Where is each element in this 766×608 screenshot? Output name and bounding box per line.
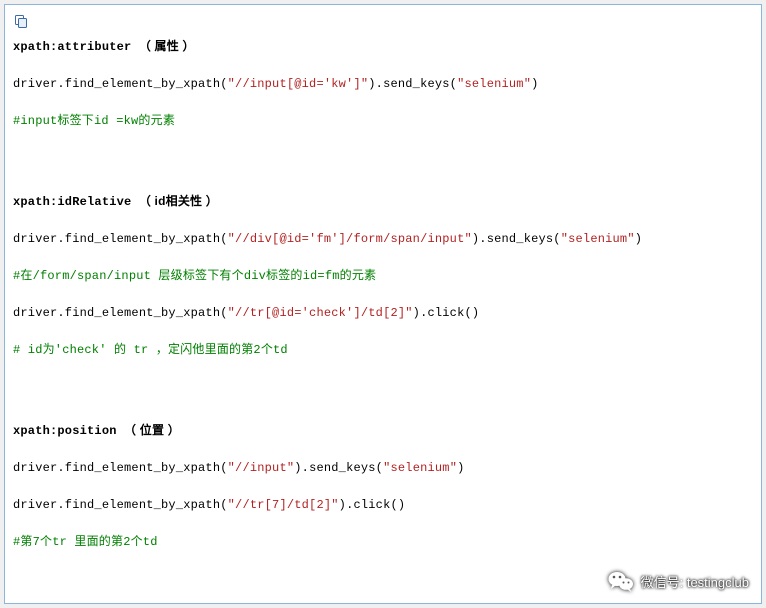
wechat-icon xyxy=(607,567,635,595)
copy-icon[interactable] xyxy=(13,13,753,29)
section-header-position: xpath:position （ 位置 ） xyxy=(13,419,753,443)
header-paren: （ 属性 ） xyxy=(139,39,195,53)
code-line: driver.find_element_by_xpath("//input[@i… xyxy=(13,73,753,96)
code-line: driver.find_element_by_xpath("//input").… xyxy=(13,457,753,480)
spacer xyxy=(13,146,753,190)
watermark-text: 微信号: testingclub xyxy=(641,572,749,591)
comment-line: # id为'check' 的 tr ，定闪他里面的第2个td xyxy=(13,339,753,362)
spacer xyxy=(13,375,753,419)
code-block: xpath:attributer （ 属性 ） driver.find_elem… xyxy=(4,4,762,604)
comment-line: #第7个tr 里面的第2个td xyxy=(13,531,753,554)
header-text: xpath:idRelative xyxy=(13,195,139,209)
section-header-idrelative: xpath:idRelative （ id相关性 ） xyxy=(13,190,753,214)
comment-line: #在/form/span/input 层级标签下有个div标签的id=fm的元素 xyxy=(13,265,753,288)
section-header-attributer: xpath:attributer （ 属性 ） xyxy=(13,35,753,59)
code-line: driver.find_element_by_xpath("//tr[@id='… xyxy=(13,302,753,325)
header-text: xpath:position xyxy=(13,424,124,438)
code-line: driver.find_element_by_xpath("//tr[7]/td… xyxy=(13,494,753,517)
comment-line: #input标签下id =kw的元素 xyxy=(13,110,753,133)
watermark: 微信号: testingclub xyxy=(607,567,749,595)
header-text: xpath:attributer xyxy=(13,40,139,54)
code-line: driver.find_element_by_xpath("//div[@id=… xyxy=(13,228,753,251)
header-paren: （ id相关性 ） xyxy=(139,194,218,208)
header-paren: （ 位置 ） xyxy=(124,423,180,437)
